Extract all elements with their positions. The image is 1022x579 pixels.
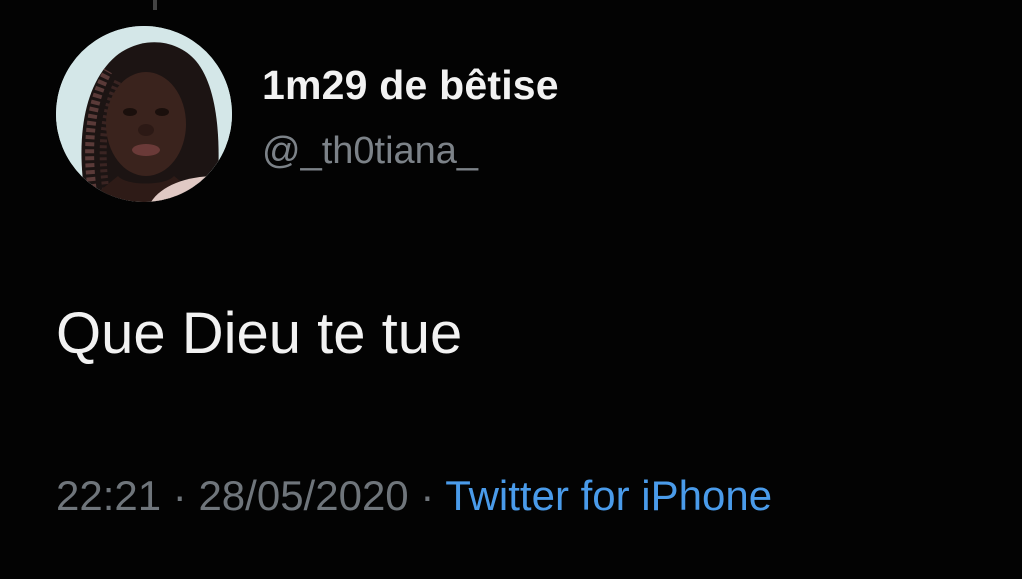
tweet-text: Que Dieu te tue <box>56 301 463 366</box>
profile-photo-icon <box>56 26 232 202</box>
tweet-metadata: 22:21 · 28/05/2020 · Twitter for iPhone <box>56 472 772 520</box>
separator: · <box>420 472 435 519</box>
divider <box>153 0 157 10</box>
avatar[interactable] <box>56 26 232 202</box>
display-name[interactable]: 1m29 de bêtise <box>262 62 559 109</box>
tweet-card: 1m29 de bêtise @_th0tiana_ Que Dieu te t… <box>0 0 1022 579</box>
tweet-source-link[interactable]: Twitter for iPhone <box>445 472 772 519</box>
tweet-date[interactable]: 28/05/2020 <box>198 472 408 519</box>
tweet-time[interactable]: 22:21 <box>56 472 161 519</box>
user-handle[interactable]: @_th0tiana_ <box>262 130 478 173</box>
separator: · <box>172 472 187 519</box>
